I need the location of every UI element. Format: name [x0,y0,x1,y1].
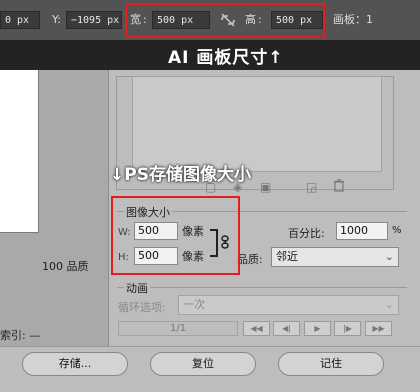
y-label: Y: [52,13,61,26]
quality-label: 品质: [237,253,263,266]
color-table-area [132,76,382,172]
ps-caption-text: ↓PS存储图像大小 [110,165,251,185]
previous-frame-button[interactable]: ◀| [273,321,300,336]
loop-options-value: 一次 [183,298,205,311]
quality-status: 100 品质 [42,260,89,273]
percent-sign: % [392,225,402,236]
save-button[interactable]: 存储... [22,352,128,376]
new-color-icon[interactable]: ◲ [306,180,317,194]
loop-options-label: 循环选项: [118,301,166,314]
last-frame-button[interactable]: ▶▶ [365,321,392,336]
ps-size-highlight-box [111,196,240,275]
chevron-down-icon: ⌄ [384,298,394,311]
ai-size-highlight-box [125,3,325,38]
y-field[interactable]: −1095 px [66,11,122,29]
trash-icon[interactable] [333,179,345,195]
next-frame-button[interactable]: |▶ [334,321,361,336]
animation-group-title: 动画 [124,280,150,296]
percent-input[interactable]: 1000 [336,222,388,240]
play-button[interactable]: ▶ [304,321,331,336]
remember-button[interactable]: 记住 [278,352,384,376]
ai-caption-bar: AI 画板尺寸↑ [0,40,420,70]
animation-group-line [117,287,407,288]
resample-select-value: 邻近 [276,250,298,263]
artboard-label: 画板：1 [333,13,373,26]
chevron-down-icon: ⌄ [384,250,394,263]
x-field[interactable]: 0 px [0,11,40,29]
document-preview [0,70,39,233]
loop-options-select[interactable]: 一次 ⌄ [178,295,399,315]
ps-caption: ↓PS存储图像大小 [110,160,300,190]
bottom-divider [0,346,420,347]
first-frame-button[interactable]: ◀◀ [243,321,270,336]
index-status: 索引: — [0,329,41,342]
resample-select[interactable]: 邻近 ⌄ [271,247,399,267]
frame-counter: 1/1 [170,323,187,334]
percent-label: 百分比: [288,227,325,240]
reset-button[interactable]: 复位 [150,352,256,376]
ai-caption-text: AI 画板尺寸↑ [168,48,284,68]
